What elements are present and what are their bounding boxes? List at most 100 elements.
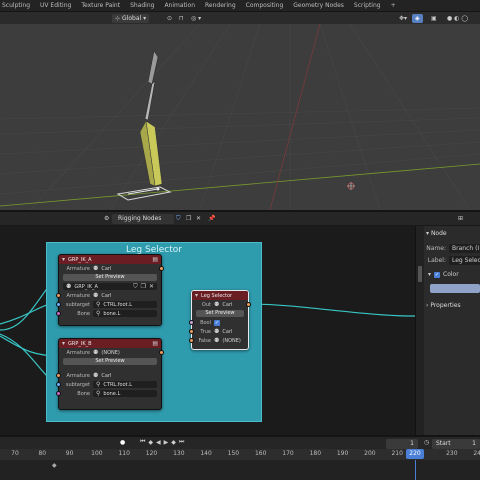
play-icon[interactable]: ▶ bbox=[164, 438, 169, 446]
input-socket[interactable] bbox=[56, 302, 61, 307]
tab-scripting[interactable]: Scripting bbox=[354, 2, 381, 9]
node-leg-selector[interactable]: ▾ Leg Selector Out ⚉ Carl Set Preview Bo… bbox=[189, 290, 251, 350]
close-icon[interactable]: ✕ bbox=[196, 215, 201, 222]
tab-uv-editing[interactable]: UV Editing bbox=[40, 2, 71, 9]
node-editor-header: ⚙ Rigging Nodes ⛉ ❐ ✕ 📌 ⊞ bbox=[0, 210, 480, 226]
chevron-down-icon[interactable]: ▾ bbox=[428, 271, 431, 278]
input-socket[interactable] bbox=[56, 382, 61, 387]
timeline-ruler[interactable]: 220 70 80 90 100 110 120 130 140 150 160 170 180 190… bbox=[0, 449, 480, 460]
armature-value[interactable]: Carl bbox=[101, 373, 111, 379]
sidebar-tabs[interactable] bbox=[416, 226, 424, 435]
node-name-field[interactable]: Branch (I bbox=[449, 244, 480, 253]
record-icon[interactable]: ● bbox=[120, 439, 125, 446]
add-workspace-button[interactable]: + bbox=[391, 2, 396, 9]
set-preview-button[interactable]: Set Preview bbox=[63, 274, 157, 281]
ruler-tick-label: 170 bbox=[282, 450, 294, 457]
gizmo-button[interactable]: ✥▾ bbox=[396, 14, 410, 23]
timeline-body[interactable]: ◆ bbox=[0, 460, 480, 480]
panel-properties-header[interactable]: › Properties bbox=[426, 302, 461, 309]
input-socket[interactable] bbox=[189, 329, 194, 334]
subtarget-field[interactable]: ⚲ CTRL.foot.L bbox=[93, 301, 157, 308]
transform-orientation-dropdown[interactable]: ⊹ Global ▾ bbox=[112, 13, 150, 23]
panel-node-header[interactable]: ▾ Node bbox=[426, 230, 447, 237]
set-preview-button[interactable]: Set Preview bbox=[63, 358, 157, 365]
3d-viewport[interactable] bbox=[0, 24, 480, 210]
bone-field[interactable]: ⚲ bone.L bbox=[93, 310, 157, 317]
snap-button[interactable]: ⊓ bbox=[176, 14, 187, 23]
shield-icon[interactable]: ⛉ bbox=[176, 215, 181, 223]
group-icon: ⚉ bbox=[66, 283, 72, 290]
node-grp-ik-a[interactable]: ▾ GRP_IK_A ▤ Armature ⚉ Carl Set Preview… bbox=[56, 254, 164, 326]
node-color-swatch[interactable] bbox=[430, 284, 480, 293]
node-header[interactable]: ▾ GRP_IK_A ▤ bbox=[59, 255, 161, 264]
armature-value[interactable]: Carl bbox=[101, 266, 111, 272]
node-header[interactable]: ▾ GRP_IK_B ▤ bbox=[59, 339, 161, 348]
next-keyframe-icon[interactable]: ◆ bbox=[171, 438, 176, 446]
duplicate-icon[interactable]: ❐ bbox=[141, 283, 146, 290]
play-reverse-icon[interactable]: ◀ bbox=[156, 438, 161, 446]
shield-icon[interactable]: ⛉ bbox=[133, 283, 138, 291]
tab-texture-paint[interactable]: Texture Paint bbox=[81, 2, 120, 9]
name-label: Name: bbox=[426, 245, 446, 252]
ruler-tick-label: 70 bbox=[11, 450, 19, 457]
timeline-header: ● ⏮ ◆ ◀ ▶ ◆ ⏭ 1 ◷ Start 1 bbox=[0, 435, 480, 449]
gizmo-icon: ✥▾ bbox=[399, 14, 408, 22]
orientation-icon: ⊹ bbox=[115, 14, 121, 22]
color-checkbox[interactable]: ✓ bbox=[434, 271, 441, 278]
field-label: Armature bbox=[66, 372, 90, 379]
tab-compositing[interactable]: Compositing bbox=[246, 2, 284, 9]
bone-icon: ⚲ bbox=[96, 381, 101, 388]
input-socket[interactable] bbox=[56, 373, 61, 378]
subtarget-field[interactable]: ⚲ CTRL.foot.L bbox=[93, 381, 157, 388]
node-editor-canvas[interactable]: Leg Selector ▾ GRP_IK_A ▤ Armature ⚉ Car… bbox=[0, 226, 415, 435]
jump-end-icon[interactable]: ⏭ bbox=[179, 438, 184, 446]
output-socket[interactable] bbox=[159, 266, 164, 271]
pin-icon[interactable]: 📌 bbox=[208, 215, 215, 222]
sidebar-toggle-icon[interactable]: ⊞ bbox=[458, 215, 463, 222]
out-value[interactable]: Carl bbox=[222, 302, 232, 308]
close-icon[interactable]: ✕ bbox=[149, 283, 154, 290]
node-header[interactable]: ▾ Leg Selector bbox=[192, 291, 248, 300]
overlays-button[interactable]: ◈ bbox=[412, 13, 423, 23]
playhead[interactable]: 220 bbox=[406, 449, 424, 459]
collapse-chevron-icon[interactable]: ▾ bbox=[62, 256, 65, 263]
false-value[interactable]: (NONE) bbox=[222, 338, 240, 344]
output-socket[interactable] bbox=[159, 350, 164, 355]
node-grp-ik-b[interactable]: ▾ GRP_IK_B ▤ Armature ⚉ (NONE) Set Previ… bbox=[56, 338, 164, 410]
tab-animation[interactable]: Animation bbox=[164, 2, 195, 9]
proportional-edit-button[interactable]: ◎ ▾ bbox=[188, 14, 204, 23]
start-frame-field[interactable]: Start 1 bbox=[432, 439, 480, 449]
tab-shading[interactable]: Shading bbox=[130, 2, 154, 9]
true-value[interactable]: Carl bbox=[222, 329, 232, 335]
tab-node[interactable] bbox=[418, 266, 422, 282]
armature-value[interactable]: (NONE) bbox=[101, 350, 119, 356]
input-socket[interactable] bbox=[56, 391, 61, 396]
tab-geometry-nodes[interactable]: Geometry Nodes bbox=[293, 2, 344, 9]
collapse-chevron-icon[interactable]: ▾ bbox=[195, 292, 198, 299]
keyframe-marker-icon[interactable]: ◆ bbox=[52, 462, 57, 469]
input-socket[interactable] bbox=[56, 311, 61, 316]
node-label-field[interactable]: Leg Selec bbox=[449, 256, 480, 265]
shading-solid-button[interactable]: ● ◐ ◯ bbox=[444, 14, 471, 23]
tab-sculpting[interactable]: Sculpting bbox=[2, 2, 30, 9]
snap-icon: ⊓ bbox=[179, 14, 184, 22]
group-selector[interactable]: ⚉ GRP_IK_A ⛉ ❐ ✕ bbox=[63, 283, 157, 290]
tab-rendering[interactable]: Rendering bbox=[205, 2, 236, 9]
jump-start-icon[interactable]: ⏮ bbox=[140, 438, 145, 446]
input-socket[interactable] bbox=[189, 338, 194, 343]
current-frame-field[interactable]: 1 bbox=[386, 439, 418, 449]
output-socket[interactable] bbox=[246, 302, 251, 307]
armature-value[interactable]: Carl bbox=[101, 293, 111, 299]
duplicate-icon[interactable]: ❐ bbox=[186, 215, 191, 222]
node-tree-selector[interactable]: Rigging Nodes bbox=[112, 214, 174, 224]
input-socket[interactable] bbox=[56, 293, 61, 298]
pivot-button[interactable]: ⊙ bbox=[164, 14, 175, 23]
bool-checkbox[interactable]: ✓ bbox=[214, 319, 220, 326]
prev-keyframe-icon[interactable]: ◆ bbox=[148, 438, 153, 446]
collapse-chevron-icon[interactable]: ▾ bbox=[62, 340, 65, 347]
xray-button[interactable]: ▣ bbox=[428, 14, 440, 23]
input-socket[interactable] bbox=[189, 320, 194, 325]
armature-icon: ⚉ bbox=[214, 328, 220, 335]
bone-field[interactable]: ⚲ bone.L bbox=[93, 390, 157, 397]
set-preview-button[interactable]: Set Preview bbox=[196, 310, 244, 317]
